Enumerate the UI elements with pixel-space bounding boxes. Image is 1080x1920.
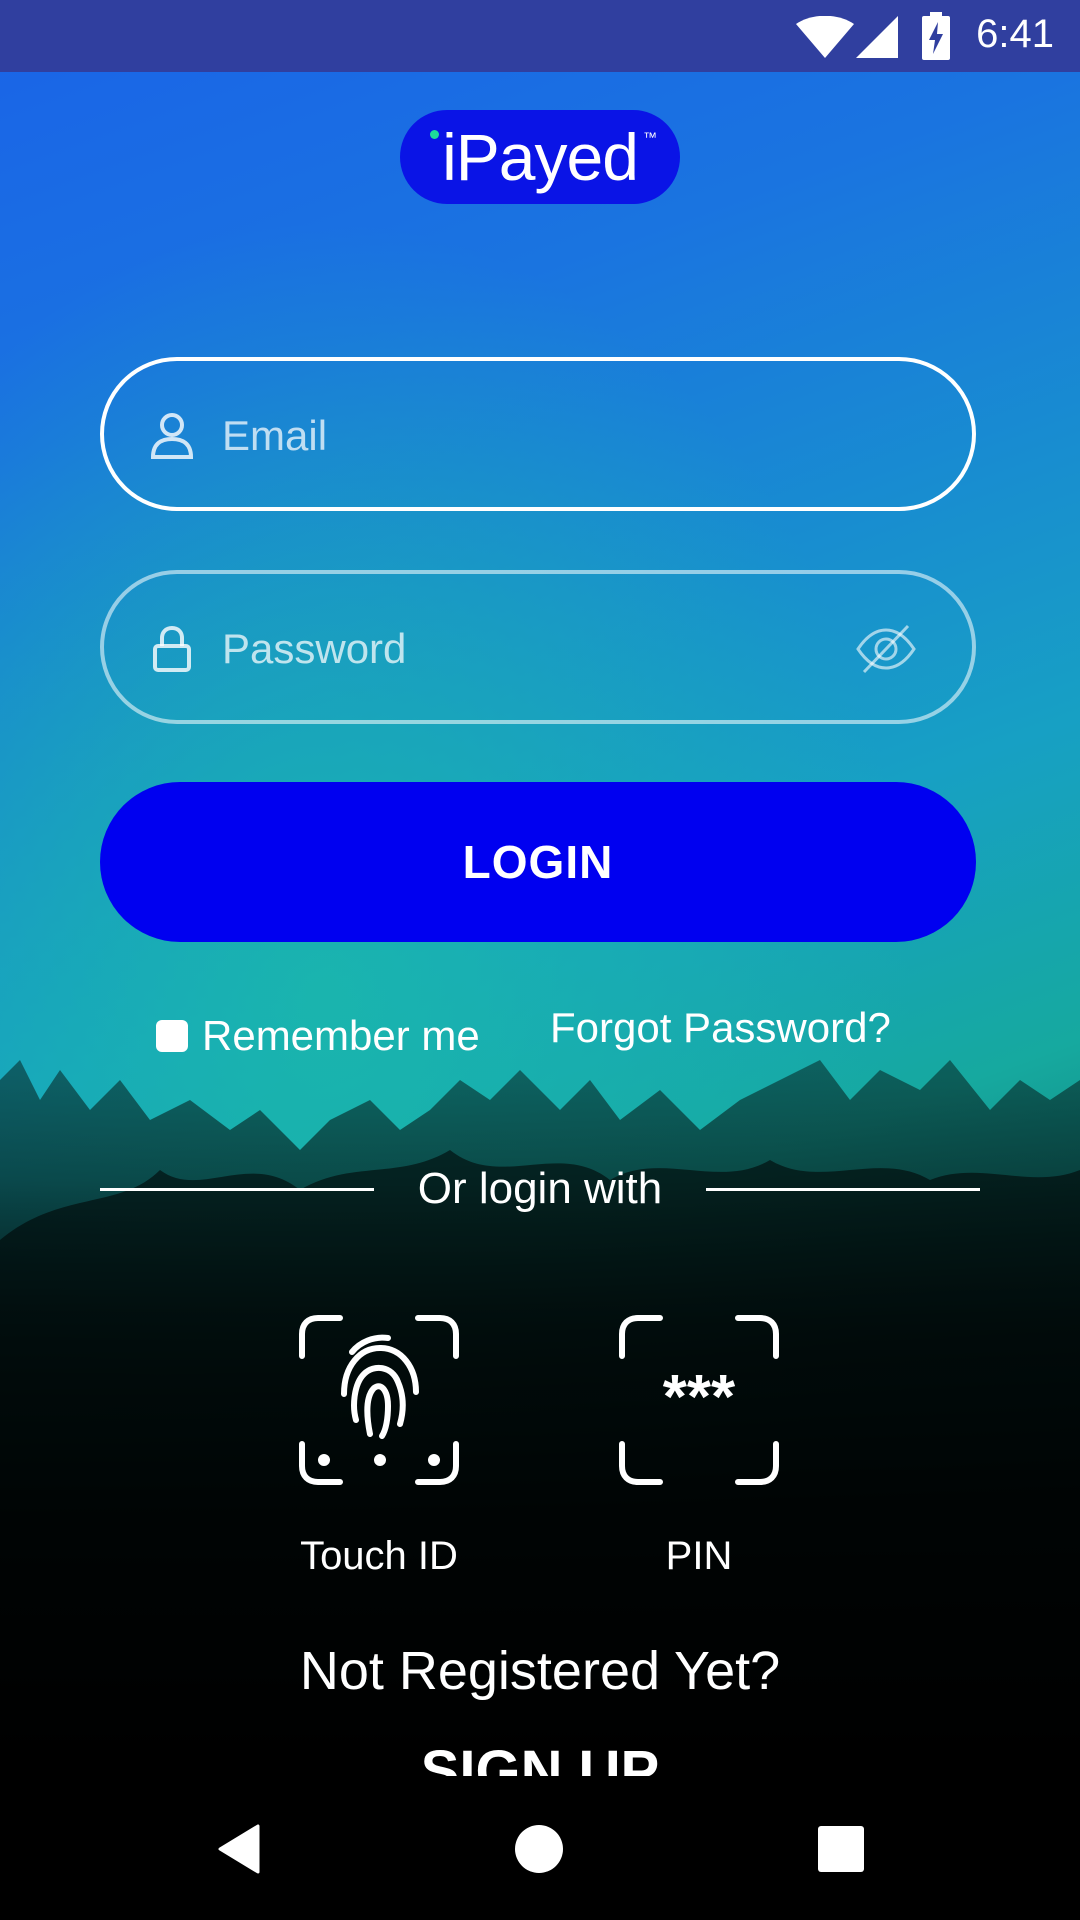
- status-time: 6:41: [976, 12, 1054, 56]
- trademark-mark: ™: [643, 129, 657, 145]
- password-input[interactable]: [220, 610, 824, 688]
- login-screen: 6:41 iPayed ™ LOGIN Remember me Forgot: [0, 0, 1080, 1920]
- divider-right: [706, 1188, 980, 1191]
- cell-signal-icon: [856, 16, 898, 58]
- user-icon: [150, 413, 194, 459]
- remember-checkbox[interactable]: [156, 1020, 188, 1052]
- navigation-bar: [0, 1776, 1080, 1920]
- logo-text: iPayed: [442, 120, 639, 194]
- svg-text:***: ***: [663, 1363, 736, 1432]
- email-input[interactable]: [220, 397, 824, 475]
- signup-link[interactable]: SIGN UP: [421, 1732, 660, 1776]
- crowd-silhouette-image: [0, 1060, 1080, 1820]
- signup-container: SIGN UP: [0, 1730, 1080, 1776]
- pin-label: PIN: [665, 1534, 733, 1578]
- home-icon[interactable]: [514, 1824, 564, 1874]
- touch-id-label: Touch ID: [300, 1534, 458, 1578]
- app-logo: iPayed ™: [400, 110, 680, 204]
- login-button[interactable]: LOGIN: [100, 782, 976, 942]
- remember-label: Remember me: [202, 1012, 480, 1059]
- email-field[interactable]: [100, 357, 976, 511]
- battery-charging-icon: [922, 12, 950, 60]
- touch-id-option[interactable]: Touch ID: [294, 1310, 464, 1578]
- eye-off-icon[interactable]: [856, 622, 916, 676]
- password-field[interactable]: [100, 570, 976, 724]
- pin-option[interactable]: *** PIN: [614, 1310, 784, 1578]
- wifi-icon: [796, 16, 854, 58]
- not-registered-text: Not Registered Yet?: [299, 1641, 781, 1701]
- recents-icon[interactable]: [818, 1826, 864, 1872]
- forgot-password-link[interactable]: Forgot Password?: [550, 1004, 891, 1052]
- remember-me[interactable]: Remember me: [156, 1006, 480, 1066]
- pin-icon: ***: [619, 1315, 779, 1485]
- logo-dot: [430, 130, 439, 139]
- status-bar: 6:41: [0, 0, 1080, 72]
- fingerprint-icon: [299, 1315, 459, 1485]
- lock-icon: [153, 625, 191, 672]
- back-icon[interactable]: [216, 1824, 262, 1874]
